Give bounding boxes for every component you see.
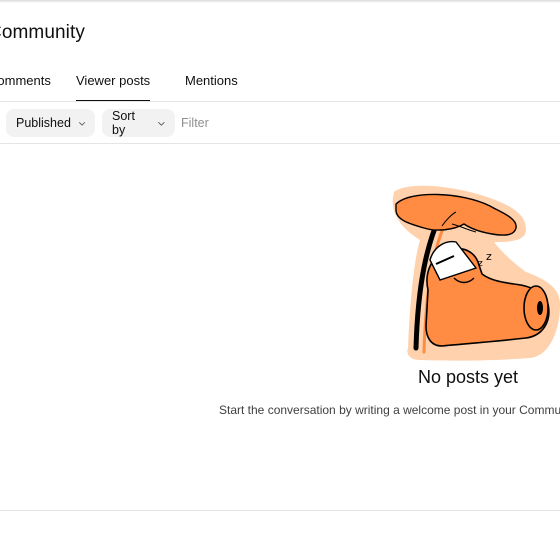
- page-title: Community: [0, 22, 85, 43]
- chevron-down-icon: [158, 121, 166, 126]
- top-bar-shadow: [0, 0, 560, 3]
- sort-by-button[interactable]: Sort by: [102, 109, 175, 137]
- tab-divider: [0, 101, 560, 102]
- tab-viewer-posts[interactable]: Viewer posts: [76, 73, 151, 102]
- svg-text:z: z: [486, 250, 492, 263]
- empty-state-description: Start the conversation by writing a welc…: [219, 403, 560, 417]
- empty-state-title: No posts yet: [418, 367, 519, 387]
- bottom-divider: [0, 510, 560, 511]
- filter-divider: [0, 143, 560, 144]
- tab-mentions[interactable]: Mentions: [185, 73, 238, 88]
- tab-bar: Comments Viewer posts Mentions: [0, 60, 560, 102]
- svg-text:z: z: [478, 259, 483, 269]
- chevron-down-icon: [78, 121, 86, 126]
- filter-input[interactable]: [181, 113, 381, 133]
- tab-comments[interactable]: Comments: [0, 73, 51, 88]
- published-filter-label: Published: [16, 116, 71, 130]
- sleeping-cat-illustration: z z: [392, 185, 560, 361]
- published-filter-button[interactable]: Published: [6, 109, 95, 137]
- sort-by-label: Sort by: [112, 109, 135, 137]
